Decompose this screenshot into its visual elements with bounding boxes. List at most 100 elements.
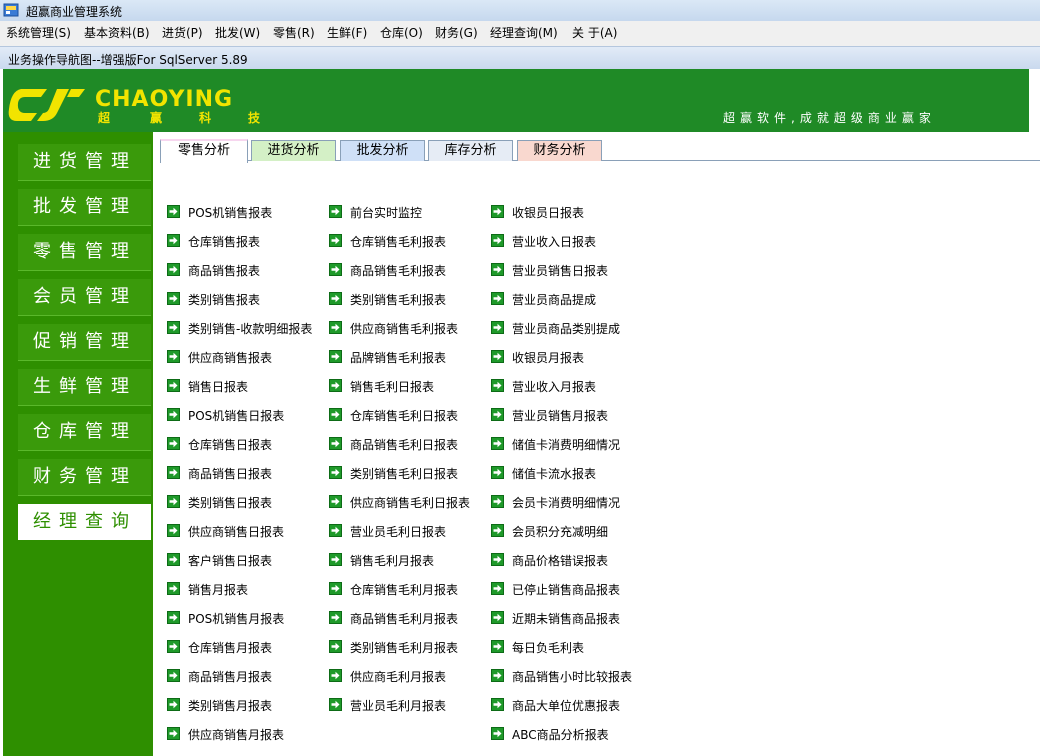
report-link-label: 商品大单位优惠报表 <box>512 699 621 713</box>
menu-retail[interactable]: 零售(R) <box>273 24 315 41</box>
report-link-label: 营业员销售月报表 <box>512 409 609 423</box>
report-link-label: 品牌销售毛利报表 <box>350 351 447 365</box>
sidebar-item-wholesale[interactable]: 批发管理 <box>18 189 151 226</box>
report-link-label: 已停止销售商品报表 <box>512 583 621 597</box>
arrow-right-icon <box>491 234 504 247</box>
report-link-label: 商品销售日报表 <box>188 467 273 481</box>
child-window-title-bar: 业务操作导航图--增强版For SqlServer 5.89 <box>0 46 1040 69</box>
arrow-right-icon <box>167 611 180 624</box>
arrow-right-icon <box>491 640 504 653</box>
logo-sub-char: 超 <box>98 111 111 125</box>
report-link-label: 商品销售小时比较报表 <box>512 670 633 684</box>
report-link-label: 近期未销售商品报表 <box>512 612 621 626</box>
arrow-right-icon <box>167 379 180 392</box>
menu-basic-data[interactable]: 基本资料(B) <box>84 24 150 41</box>
report-link-label: 供应商销售月报表 <box>188 728 285 742</box>
arrow-right-icon <box>491 669 504 682</box>
arrow-right-icon <box>167 292 180 305</box>
logo-text: CHAOYING <box>95 87 234 112</box>
menu-bar: 系统管理(S) 基本资料(B) 进货(P) 批发(W) 零售(R) 生鲜(F) … <box>0 21 1040 42</box>
menu-system[interactable]: 系统管理(S) <box>6 24 71 41</box>
arrow-right-icon <box>167 582 180 595</box>
arrow-right-icon <box>167 524 180 537</box>
report-link-label: ABC商品分析报表 <box>512 728 609 742</box>
report-link-label: POS机销售日报表 <box>188 409 285 423</box>
report-link-label: 销售日报表 <box>188 380 249 394</box>
sidebar-item-manager-query[interactable]: 经理查询 <box>18 504 151 540</box>
arrow-right-icon <box>491 524 504 537</box>
arrow-right-icon <box>491 495 504 508</box>
report-link-label: 营业员商品类别提成 <box>512 322 621 336</box>
arrow-right-icon <box>491 466 504 479</box>
arrow-right-icon <box>167 205 180 218</box>
banner: CHAOYING 超 赢 科 技 超赢软件,成就超级商业赢家 <box>3 69 1029 132</box>
report-link-label: 仓库销售毛利日报表 <box>350 409 459 423</box>
report-link-label: 每日负毛利表 <box>512 641 585 655</box>
tab-finance-analysis[interactable]: 财务分析 <box>517 140 602 161</box>
tab-inventory-analysis[interactable]: 库存分析 <box>428 140 513 161</box>
tab-retail-analysis[interactable]: 零售分析 <box>160 139 248 163</box>
tab-purchase-analysis[interactable]: 进货分析 <box>251 140 336 161</box>
report-link-label: 会员卡消费明细情况 <box>512 496 621 510</box>
arrow-right-icon <box>329 292 342 305</box>
sidebar-item-warehouse[interactable]: 仓库管理 <box>18 414 151 451</box>
report-link-label: 商品价格错误报表 <box>512 554 609 568</box>
arrow-right-icon <box>167 640 180 653</box>
arrow-right-icon <box>167 669 180 682</box>
sidebar-item-purchase[interactable]: 进货管理 <box>18 144 151 181</box>
sidebar-item-fresh[interactable]: 生鲜管理 <box>18 369 151 406</box>
arrow-right-icon <box>329 524 342 537</box>
report-link-label: POS机销售报表 <box>188 206 273 220</box>
arrow-right-icon <box>491 350 504 363</box>
report-link-label: 营业员毛利月报表 <box>350 699 447 713</box>
sidebar-item-promotion[interactable]: 促销管理 <box>18 324 151 361</box>
report-link-label: 收银员月报表 <box>512 351 585 365</box>
arrow-right-icon <box>167 437 180 450</box>
tab-wholesale-analysis[interactable]: 批发分析 <box>340 140 425 161</box>
arrow-right-icon <box>167 408 180 421</box>
arrow-right-icon <box>329 408 342 421</box>
arrow-right-icon <box>491 321 504 334</box>
menu-fresh[interactable]: 生鲜(F) <box>327 24 367 41</box>
report-link-label: 供应商销售报表 <box>188 351 273 365</box>
menu-warehouse[interactable]: 仓库(O) <box>380 24 423 41</box>
report-link-label: 供应商毛利月报表 <box>350 670 447 684</box>
tab-strip: 零售分析 进货分析 批发分析 库存分析 财务分析 <box>160 139 1040 163</box>
report-link-label: 供应商销售日报表 <box>188 525 285 539</box>
arrow-right-icon <box>491 698 504 711</box>
report-link-label: 仓库销售月报表 <box>188 641 273 655</box>
slogan: 超赢软件,成就超级商业赢家 <box>723 111 936 125</box>
report-link-label: 营业员销售日报表 <box>512 264 609 278</box>
report-link-label: 仓库销售毛利报表 <box>350 235 447 249</box>
arrow-right-icon <box>329 234 342 247</box>
arrow-right-icon <box>167 350 180 363</box>
report-link-label: 商品销售报表 <box>188 264 261 278</box>
arrow-right-icon <box>167 698 180 711</box>
sidebar-item-member[interactable]: 会员管理 <box>18 279 151 316</box>
title-bar: 超赢商业管理系统 <box>0 0 1040 21</box>
arrow-right-icon <box>491 553 504 566</box>
report-link-label: 客户销售日报表 <box>188 554 273 568</box>
arrow-right-icon <box>491 437 504 450</box>
menu-about[interactable]: 关 于(A) <box>572 24 617 41</box>
arrow-right-icon <box>491 205 504 218</box>
arrow-right-icon <box>491 408 504 421</box>
menu-manager-query[interactable]: 经理查询(M) <box>490 24 558 41</box>
menu-purchase[interactable]: 进货(P) <box>162 24 203 41</box>
report-link-label: 营业收入日报表 <box>512 235 597 249</box>
menu-wholesale[interactable]: 批发(W) <box>215 24 260 41</box>
sidebar-item-retail[interactable]: 零售管理 <box>18 234 151 271</box>
arrow-right-icon <box>167 495 180 508</box>
window-title: 超赢商业管理系统 <box>26 5 123 19</box>
arrow-right-icon <box>491 379 504 392</box>
child-window-title: 业务操作导航图--增强版For SqlServer 5.89 <box>8 53 248 67</box>
arrow-right-icon <box>329 611 342 624</box>
arrow-right-icon <box>491 263 504 276</box>
menu-finance[interactable]: 财务(G) <box>435 24 478 41</box>
arrow-right-icon <box>167 553 180 566</box>
report-link-label: 商品销售毛利日报表 <box>350 438 459 452</box>
report-link-label: 仓库销售毛利月报表 <box>350 583 459 597</box>
sidebar-item-finance[interactable]: 财务管理 <box>18 459 151 496</box>
arrow-right-icon <box>491 611 504 624</box>
arrow-right-icon <box>167 234 180 247</box>
